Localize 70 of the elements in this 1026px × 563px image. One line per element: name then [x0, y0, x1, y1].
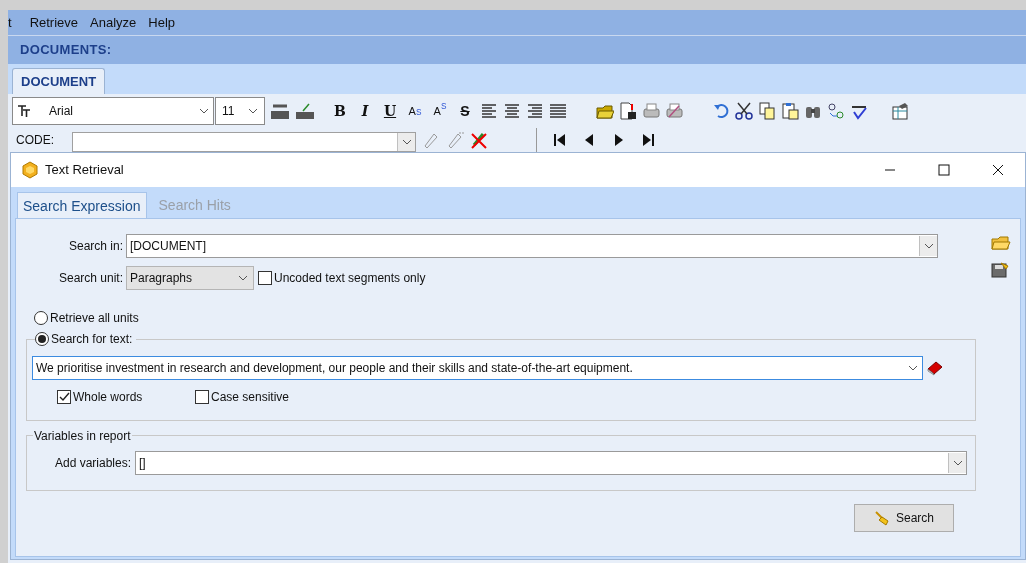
- first-icon[interactable]: [553, 133, 567, 147]
- checkbox[interactable]: [57, 390, 71, 404]
- code-dropdown[interactable]: [72, 132, 416, 152]
- dialog-tab[interactable]: Search Expression: [17, 192, 147, 219]
- radio-button[interactable]: [34, 311, 48, 325]
- font-icon: [17, 104, 31, 118]
- chevron-down-icon: [923, 243, 934, 249]
- close-icon[interactable]: [992, 164, 1004, 176]
- add-variables-label: Add variables:: [53, 455, 132, 472]
- search-button[interactable]: Search: [854, 504, 954, 532]
- previous-icon[interactable]: [583, 133, 595, 147]
- chevron-down-icon: [238, 275, 248, 281]
- folder-open-icon[interactable]: [991, 233, 1011, 251]
- search-in-label: Search in:: [67, 238, 124, 255]
- next-icon[interactable]: [613, 133, 625, 147]
- remove-code-icon[interactable]: [470, 131, 488, 149]
- checkbox-label: Uncoded text segments only: [274, 270, 426, 287]
- search-unit-label: Search unit:: [57, 270, 124, 287]
- chevron-down-icon: [908, 365, 918, 371]
- scissors-icon[interactable]: [735, 102, 753, 120]
- checkbox[interactable]: [258, 271, 272, 285]
- marker-icon[interactable]: [446, 131, 464, 149]
- chevron-down-icon: [401, 139, 412, 145]
- table-settings-icon[interactable]: [891, 102, 909, 120]
- dialog-title: Text Retrieval: [45, 161, 124, 180]
- printer-icon[interactable]: [665, 102, 683, 120]
- printer-icon[interactable]: [642, 102, 660, 120]
- chevron-down-icon: [248, 108, 258, 114]
- search-text-combobox[interactable]: We prioritise investment in research and development, our people and their skills and state-of-the-art equipment.: [32, 356, 923, 380]
- align-center-icon[interactable]: [503, 102, 521, 120]
- paste-icon[interactable]: [781, 102, 799, 120]
- align-left-icon[interactable]: [480, 102, 498, 120]
- variables-dropdown[interactable]: []: [135, 451, 967, 475]
- app-logo-icon: [21, 161, 39, 179]
- format-button[interactable]: A$^{S}$: [430, 100, 450, 122]
- checkbox-label: Case sensitive: [211, 389, 290, 406]
- search-in-dropdown[interactable]: [DOCUMENT]: [126, 234, 938, 258]
- document-tab[interactable]: DOCUMENT: [12, 68, 106, 94]
- menu-item[interactable]: Retrieve: [23, 12, 85, 33]
- format-button[interactable]: A$_{S}$: [405, 100, 425, 122]
- radio-label: Search for text:: [51, 331, 133, 348]
- format-button[interactable]: U: [380, 100, 400, 122]
- menu-item[interactable]: Help: [142, 12, 182, 33]
- font-dropdown[interactable]: Arial: [12, 97, 214, 125]
- marker-icon[interactable]: [422, 131, 440, 149]
- checkbox[interactable]: [195, 390, 209, 404]
- last-icon[interactable]: [641, 133, 655, 147]
- chevron-down-icon: [199, 108, 209, 114]
- font-size-dropdown[interactable]: 11: [215, 97, 265, 125]
- documents-heading: DOCUMENTS:: [20, 41, 112, 60]
- book-icon[interactable]: [926, 360, 944, 376]
- document-save-icon[interactable]: [619, 102, 637, 120]
- justify-icon[interactable]: [549, 102, 567, 120]
- folder-open-icon[interactable]: [596, 102, 614, 120]
- radio-label: Retrieve all units: [50, 310, 139, 327]
- align-right-icon[interactable]: [526, 102, 544, 120]
- format-button[interactable]: B: [330, 100, 350, 122]
- checkbox-label: Whole words: [73, 389, 143, 406]
- radio-button[interactable]: [35, 332, 49, 346]
- code-label: CODE:: [16, 132, 55, 149]
- format-button[interactable]: I: [355, 100, 375, 122]
- save-icon[interactable]: [991, 260, 1011, 278]
- menu-item[interactable]: Analyze: [84, 12, 143, 33]
- chevron-down-icon: [952, 460, 963, 466]
- format-button[interactable]: S: [455, 100, 475, 122]
- copy-icon[interactable]: [758, 102, 776, 120]
- search-unit-dropdown[interactable]: Paragraphs: [126, 266, 254, 290]
- maximize-icon[interactable]: [938, 164, 950, 176]
- menu-item[interactable]: t: [8, 12, 24, 33]
- undo-icon[interactable]: [712, 102, 730, 120]
